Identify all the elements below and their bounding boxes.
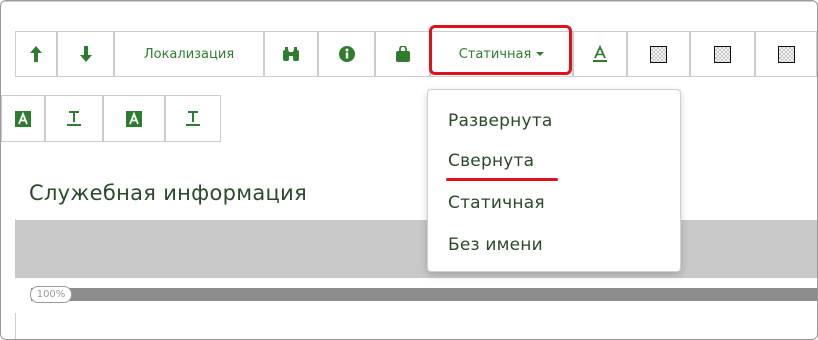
localization-label: Локализация [143,46,235,62]
top-divider [1,1,817,2]
text-underline-a-icon [592,45,608,63]
checker-icon [650,45,667,63]
text-a-filled-icon [126,110,142,127]
text-a-filled-button-2[interactable] [103,95,165,142]
caret-down-icon [536,52,545,56]
background-button-3[interactable] [755,31,817,77]
binoculars-button[interactable] [264,31,318,77]
section-title: Служебная информация [29,181,308,205]
background-button-1[interactable] [627,31,690,77]
annotation-underline [446,178,558,181]
background-button-2[interactable] [690,31,755,77]
arrow-up-icon [29,45,43,63]
localization-button[interactable]: Локализация [114,31,264,77]
move-down-button[interactable] [57,31,114,77]
text-t-underline-icon [185,110,201,127]
arrow-down-icon [79,45,93,63]
text-t-underline-icon [66,110,82,127]
panel-frame: Локализация Статичная Служебная информац… [0,0,818,340]
menu-item-expanded[interactable]: Развернута [448,111,552,131]
panel-state-label: Статичная [458,46,532,62]
move-up-button[interactable] [15,31,57,77]
progress-bar [31,288,817,301]
menu-item-collapsed[interactable]: Свернута [448,151,534,171]
info-button[interactable] [318,31,375,77]
info-icon [338,45,356,63]
menu-item-static[interactable]: Статичная [448,193,545,213]
binoculars-icon [282,46,300,62]
bag-icon [395,45,411,63]
text-a-filled-icon [15,110,31,127]
section-header-band [15,220,817,278]
progress-label: 100% [30,286,72,303]
panel-state-dropdown[interactable]: Статичная [430,31,573,77]
checker-icon [777,45,795,63]
menu-item-no-name[interactable]: Без имени [448,235,543,255]
bag-button[interactable] [375,31,430,77]
text-a-filled-button-1[interactable] [1,95,45,142]
text-t-underline-button-1[interactable] [45,95,103,142]
checker-icon [714,45,731,63]
text-style-button[interactable] [573,31,627,77]
text-t-underline-button-2[interactable] [165,95,221,142]
